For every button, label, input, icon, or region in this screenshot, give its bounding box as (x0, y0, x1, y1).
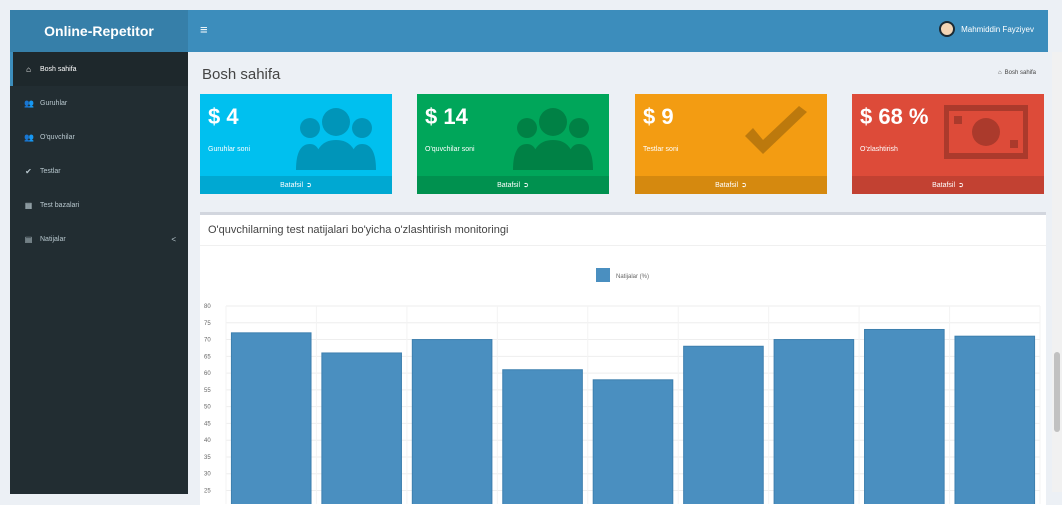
stat-label: Guruhlar soni (208, 146, 251, 153)
avatar (939, 21, 956, 37)
users-icon: 👥 (24, 132, 34, 142)
arrow-circle-right-icon: ➲ (958, 182, 964, 189)
database-icon: ▦ (24, 200, 33, 210)
more-info-label: Batafsil (715, 181, 739, 189)
check-icon (745, 106, 807, 154)
stat-value: $ 68 % (860, 104, 929, 129)
sidebar: ⌂ Bosh sahifa 👥 Guruhlar 👥 O'quvchilar ✔… (10, 52, 188, 494)
stat-box-guruhlar: $ 4 Guruhlar soni Batafsil ➲ (200, 94, 392, 194)
home-icon: ⌂ (998, 70, 1002, 76)
sidebar-item-testlar[interactable]: ✔ Testlar (10, 154, 188, 188)
bar (321, 352, 402, 504)
sidebar-item-natijalar[interactable]: ▤ Natijalar < (10, 222, 188, 256)
sidebar-item-oquvchilar[interactable]: 👥 O'quvchilar (10, 120, 188, 154)
scrollbar[interactable] (1052, 52, 1062, 492)
sidebar-item-label: Testlar (40, 167, 61, 175)
y-tick-label: 30 (204, 472, 211, 478)
users-icon (296, 108, 376, 170)
sidebar-item-bosh-sahifa[interactable]: ⌂ Bosh sahifa (10, 52, 188, 86)
legend-label: Natijalar (%) (616, 274, 649, 280)
main-content: Bosh sahifa ⌂ Bosh sahifa $ 4 Guruhlar s… (188, 52, 1048, 505)
scrollbar-thumb[interactable] (1054, 352, 1060, 432)
y-tick-label: 55 (204, 388, 211, 394)
stat-value: $ 4 (208, 104, 239, 129)
check-icon: ✔ (25, 166, 32, 176)
bar (411, 339, 493, 504)
sidebar-item-label: Guruhlar (40, 99, 68, 107)
stat-label: O'quvchilar soni (425, 146, 475, 153)
y-tick-label: 80 (204, 304, 211, 310)
stat-box-testlar: $ 9 Testlar soni Batafsil ➲ (635, 94, 827, 194)
stat-value: $ 14 (425, 104, 468, 129)
y-tick-label: 35 (204, 455, 211, 461)
more-info-label: Batafsil (932, 181, 956, 189)
y-tick-label: 65 (204, 354, 211, 360)
y-tick-label: 45 (204, 421, 211, 427)
chart-title: O'quvchilarning test natijalari bo'yicha… (208, 224, 509, 236)
bar (954, 335, 1036, 504)
more-info-link[interactable]: Batafsil ➲ (200, 176, 392, 194)
user-name: Mahmiddin Fayziyev (961, 24, 1034, 34)
stat-label: Testlar soni (643, 146, 679, 153)
bar (230, 332, 312, 504)
y-tick-label: 50 (204, 405, 211, 411)
home-icon: ⌂ (26, 64, 31, 74)
chart-panel: O'quvchilarning test natijalari bo'yicha… (200, 212, 1046, 505)
table-icon: ▤ (24, 234, 33, 244)
sidebar-item-guruhlar[interactable]: 👥 Guruhlar (10, 86, 188, 120)
menu-toggle-icon[interactable]: ≡ (200, 22, 208, 37)
money-icon (944, 105, 1028, 159)
more-info-label: Batafsil (280, 181, 304, 189)
stat-box-ozlashtirish: $ 68 % O'zlashtirish Batafsil ➲ (852, 94, 1044, 194)
chevron-left-icon: < (171, 234, 176, 244)
more-info-label: Batafsil (497, 181, 521, 189)
bar (592, 379, 674, 504)
users-icon: 👥 (24, 98, 34, 108)
page-title: Bosh sahifa (202, 66, 281, 83)
bar (864, 328, 945, 504)
arrow-circle-right-icon: ➲ (741, 182, 747, 189)
legend-swatch (596, 268, 610, 282)
sidebar-item-label: Natijalar (40, 235, 66, 243)
app-logo[interactable]: Online-Repetitor (10, 10, 188, 52)
top-navbar: ≡ Mahmiddin Fayziyev (188, 10, 1048, 52)
stat-value: $ 9 (643, 104, 674, 129)
bar (683, 345, 764, 504)
user-menu[interactable]: Mahmiddin Fayziyev (939, 21, 1034, 37)
arrow-circle-right-icon: ➲ (306, 182, 312, 189)
stat-label: O'zlashtirish (860, 146, 898, 153)
more-info-link[interactable]: Batafsil ➲ (852, 176, 1044, 194)
y-tick-label: 75 (204, 321, 211, 327)
stat-box-oquvchilar: $ 14 O'quvchilar soni Batafsil ➲ (417, 94, 609, 194)
sidebar-item-label: Bosh sahifa (40, 65, 77, 73)
y-tick-label: 40 (204, 438, 211, 444)
bar (773, 339, 855, 504)
sidebar-item-label: O'quvchilar (40, 133, 75, 141)
more-info-link[interactable]: Batafsil ➲ (635, 176, 827, 194)
bar (502, 369, 583, 504)
sidebar-item-label: Test bazalari (40, 201, 80, 209)
arrow-circle-right-icon: ➲ (523, 182, 529, 189)
y-tick-label: 70 (204, 338, 211, 344)
sidebar-item-test-bazalari[interactable]: ▦ Test bazalari (10, 188, 188, 222)
bar-chart: Natijalar (%)20253035404550556065707580 (204, 268, 1041, 504)
breadcrumb-item[interactable]: Bosh sahifa (1005, 70, 1036, 76)
more-info-link[interactable]: Batafsil ➲ (417, 176, 609, 194)
users-icon (513, 108, 593, 170)
y-tick-label: 60 (204, 371, 211, 377)
breadcrumb: ⌂ Bosh sahifa (998, 70, 1036, 76)
